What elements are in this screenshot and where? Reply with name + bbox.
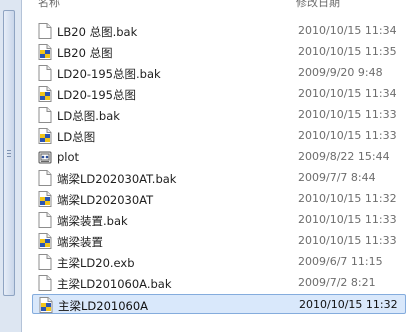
file-modified-date: 2010/10/15 11:32 — [298, 192, 397, 205]
file-row[interactable]: 主梁LD20.exb 2009/6/7 11:15 — [32, 252, 406, 272]
file-row[interactable]: 端梁装置.bak 2010/10/15 11:33 — [32, 210, 406, 230]
file-row-selected[interactable]: 主梁LD201060A 2010/10/15 11:32 — [32, 294, 406, 314]
file-name: 端梁装置.bak — [57, 214, 128, 228]
cad-drawing-icon — [38, 233, 52, 249]
file-name: LD20-195总图 — [57, 88, 136, 102]
scrollbar-track[interactable] — [0, 0, 22, 332]
file-list: 名称 修改日期 LB20 总图.bak 2010/10/15 11:34 LB20 … — [28, 0, 408, 332]
file-modified-date: 2009/6/7 11:15 — [298, 255, 383, 268]
file-modified-date: 2010/10/15 11:33 — [298, 129, 397, 142]
document-icon — [38, 107, 52, 123]
file-row[interactable]: LD总图 2010/10/15 11:33 — [32, 126, 406, 146]
document-icon — [38, 23, 52, 39]
file-name: 端梁LD202030AT — [57, 193, 154, 207]
file-row[interactable]: LD20-195总图.bak 2009/9/20 9:48 — [32, 63, 406, 83]
file-row[interactable]: LB20 总图.bak 2010/10/15 11:34 — [32, 21, 406, 41]
file-modified-date: 2010/10/15 11:34 — [298, 87, 397, 100]
file-row[interactable]: plot 2009/8/22 15:44 — [32, 147, 406, 167]
file-row[interactable]: LD总图.bak 2010/10/15 11:33 — [32, 105, 406, 125]
file-modified-date: 2010/10/15 11:32 — [299, 298, 398, 311]
file-modified-date: 2010/10/15 11:35 — [298, 45, 397, 58]
cad-drawing-icon — [39, 297, 53, 313]
file-name: LB20 总图.bak — [57, 25, 138, 39]
file-row[interactable]: LB20 总图 2010/10/15 11:35 — [32, 42, 406, 62]
grip-line — [7, 153, 11, 154]
file-modified-date: 2010/10/15 11:33 — [298, 108, 397, 121]
grip-line — [7, 150, 11, 151]
file-row[interactable]: 端梁LD202030AT.bak 2009/7/7 8:44 — [32, 168, 406, 188]
file-name: LD20-195总图.bak — [57, 67, 161, 81]
file-row[interactable]: 主梁LD201060A.bak 2009/7/2 8:21 — [32, 273, 406, 293]
file-name: 主梁LD201060A — [58, 299, 149, 313]
grip-line — [7, 156, 11, 157]
file-name: 主梁LD20.exb — [57, 256, 135, 270]
file-modified-date: 2009/8/22 15:44 — [298, 150, 390, 163]
file-row[interactable]: 端梁LD202030AT 2010/10/15 11:32 — [32, 189, 406, 209]
column-header-date[interactable]: 修改日期 — [296, 0, 340, 10]
plot-settings-icon — [38, 149, 52, 165]
file-name: LD总图.bak — [57, 109, 120, 123]
file-row[interactable]: 端梁装置 2010/10/15 11:33 — [32, 231, 406, 251]
document-icon — [38, 254, 52, 270]
file-name: 端梁LD202030AT.bak — [57, 172, 177, 186]
file-name: LD总图 — [57, 130, 96, 144]
document-icon — [38, 65, 52, 81]
file-modified-date: 2010/10/15 11:33 — [298, 213, 397, 226]
scrollbar-thumb[interactable] — [3, 10, 15, 296]
file-modified-date: 2009/7/2 8:21 — [298, 276, 376, 289]
document-icon — [38, 170, 52, 186]
file-modified-date: 2009/7/7 8:44 — [298, 171, 376, 184]
column-header: 名称 修改日期 — [28, 0, 408, 10]
cad-drawing-icon — [38, 128, 52, 144]
cad-drawing-icon — [38, 44, 52, 60]
file-row[interactable]: LD20-195总图 2010/10/15 11:34 — [32, 84, 406, 104]
file-name: LB20 总图 — [57, 46, 113, 60]
file-name: 主梁LD201060A.bak — [57, 277, 172, 291]
file-modified-date: 2010/10/15 11:34 — [298, 24, 397, 37]
cad-drawing-icon — [38, 86, 52, 102]
file-modified-date: 2010/10/15 11:33 — [298, 234, 397, 247]
file-name: plot — [57, 150, 80, 164]
column-header-name[interactable]: 名称 — [38, 0, 60, 10]
cad-drawing-icon — [38, 191, 52, 207]
file-modified-date: 2009/9/20 9:48 — [298, 66, 383, 79]
document-icon — [38, 275, 52, 291]
file-name: 端梁装置 — [57, 235, 103, 249]
document-icon — [38, 212, 52, 228]
